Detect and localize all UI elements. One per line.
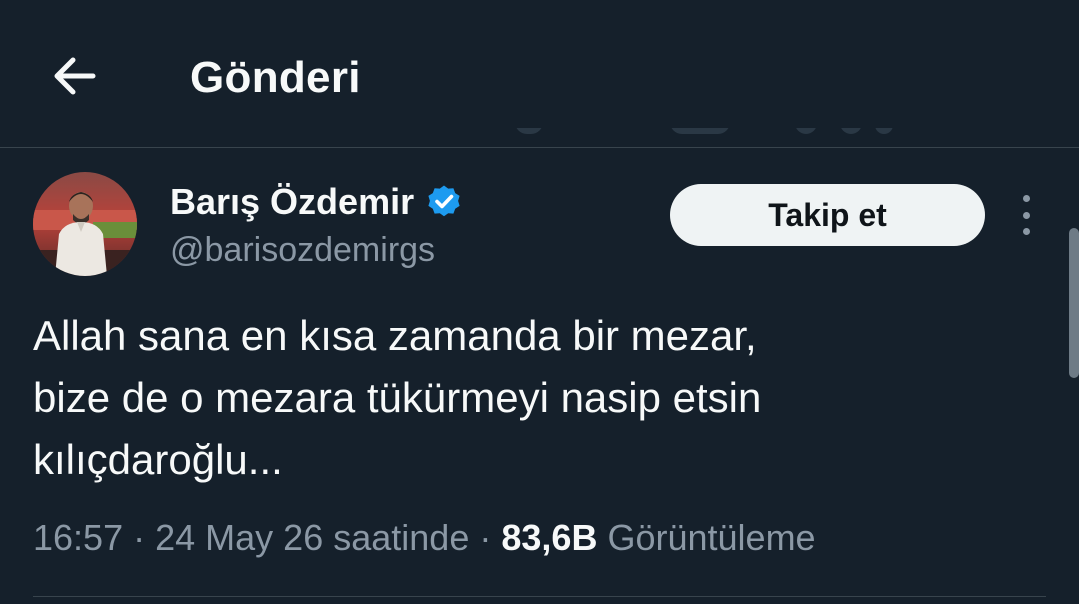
avatar-photo: [33, 172, 137, 276]
previous-tweet-remnant: [505, 128, 905, 148]
meta-separator: ·: [479, 517, 492, 558]
page-title: Gönderi: [190, 53, 361, 102]
author-name-row[interactable]: Barış Özdemir: [170, 180, 462, 224]
more-options-button[interactable]: [1010, 195, 1042, 235]
more-dot-icon: [1022, 228, 1030, 235]
views-count[interactable]: 83,6B: [501, 517, 597, 558]
follow-button[interactable]: Takip et: [670, 184, 985, 246]
views-label[interactable]: Görüntüleme: [607, 517, 815, 558]
author-handle[interactable]: @barisozdemirgs: [170, 228, 435, 272]
tweet-date[interactable]: 24 May 26 saatinde: [155, 517, 469, 558]
verified-badge-icon: [428, 185, 460, 217]
more-dot-icon: [1022, 211, 1030, 219]
avatar[interactable]: [33, 172, 137, 276]
tweet-text: Allah sana en kısa zamanda bir mezar, bi…: [33, 312, 762, 483]
back-button[interactable]: [44, 48, 104, 104]
tweet-meta: 16:57 · 24 May 26 saatinde · 83,6B Görün…: [33, 514, 816, 562]
meta-separator: ·: [133, 517, 146, 558]
arrow-left-icon: [54, 57, 96, 95]
tweet-time[interactable]: 16:57: [33, 517, 123, 558]
top-bar: Gönderi: [0, 0, 1079, 148]
more-dot-icon: [1022, 195, 1030, 202]
author-display-name[interactable]: Barış Özdemir: [170, 180, 414, 224]
scrollbar-thumb[interactable]: [1069, 228, 1079, 378]
divider: [33, 596, 1046, 597]
